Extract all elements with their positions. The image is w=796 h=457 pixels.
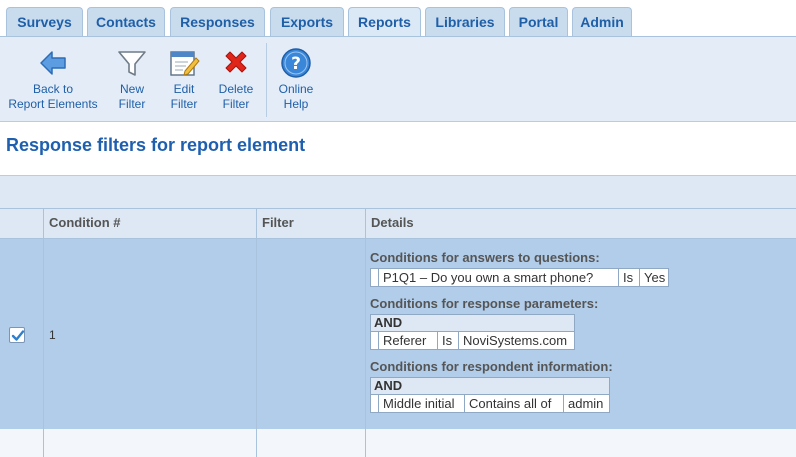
tab-contacts[interactable]: Contacts [87,7,165,36]
respondent-operator: Contains all of [464,395,563,412]
respondent-field: Middle initial [378,395,464,412]
parameter-condition-table: Referer Is NoviSystems.com [370,331,575,350]
page-title: Response filters for report element [6,135,306,155]
tab-exports[interactable]: Exports [270,7,344,36]
online-help-button[interactable]: ? Online Help [274,47,318,112]
main-tab-bar: Surveys Contacts Responses Exports Repor… [0,0,796,37]
back-arrow-icon [40,51,66,75]
respondent-value: admin [563,395,610,412]
tab-surveys[interactable]: Surveys [6,7,83,36]
edit-label-line2: Filter [170,97,198,111]
help-label-line2: Help [283,97,309,111]
column-header-condition[interactable]: Condition # [43,209,256,238]
parameter-value: NoviSystems.com [458,332,575,349]
help-question-icon: ? [281,48,311,78]
respondent-condition-table: Middle initial Contains all of admin [370,394,610,413]
back-label-line2: Report Elements [8,97,98,111]
grid-divider [43,239,44,457]
toolbar: Back to Report Elements New Filter Edit … [0,36,796,122]
grid-header: Condition # Filter Details [0,209,796,239]
back-label-line1: Back to [32,82,74,96]
delete-label-line2: Filter [222,97,250,111]
toolbar-separator [266,43,267,117]
delete-label-line1: Delete [218,82,254,96]
respondent-and-operator: AND [370,377,610,394]
question-condition-table: P1Q1 – Do you own a smart phone? Is Yes [370,268,669,287]
tab-libraries[interactable]: Libraries [425,7,505,36]
new-label-line1: New [119,82,144,96]
tab-responses[interactable]: Responses [170,7,265,36]
delete-filter-button[interactable]: Delete Filter [214,47,258,112]
red-x-icon [225,51,247,73]
tab-reports[interactable]: Reports [348,7,421,37]
edit-label-line1: Edit [173,82,195,96]
grid-toolbar-band [0,176,796,209]
parameter-name: Referer [378,332,437,349]
parameter-operator: Is [437,332,458,349]
parameters-and-operator: AND [370,314,575,331]
checkmark-icon [11,330,25,341]
back-to-report-elements-button[interactable]: Back to Report Elements [6,47,100,112]
new-label-line2: Filter [118,97,146,111]
column-header-filter[interactable]: Filter [256,209,365,238]
tab-admin[interactable]: Admin [572,7,632,36]
grid-divider [365,239,366,457]
questions-conditions-heading: Conditions for answers to questions: [370,250,600,265]
edit-note-icon [170,51,200,76]
help-label-line1: Online [278,82,314,96]
column-header-details[interactable]: Details [365,209,796,238]
row-select-checkbox[interactable] [9,327,25,343]
question-value: Yes [639,269,669,286]
edit-filter-button[interactable]: Edit Filter [162,47,206,112]
condition-number: 1 [49,328,56,342]
tab-portal[interactable]: Portal [509,7,568,36]
svg-text:?: ? [291,54,301,74]
parameters-conditions-heading: Conditions for response parameters: [370,296,599,311]
grid-divider [256,239,257,457]
respondent-conditions-heading: Conditions for respondent information: [370,359,613,374]
new-filter-button[interactable]: New Filter [110,47,154,112]
question-operator: Is [618,269,639,286]
funnel-icon [118,51,146,76]
table-row-empty [0,429,796,457]
question-text: P1Q1 – Do you own a smart phone? [378,269,618,286]
